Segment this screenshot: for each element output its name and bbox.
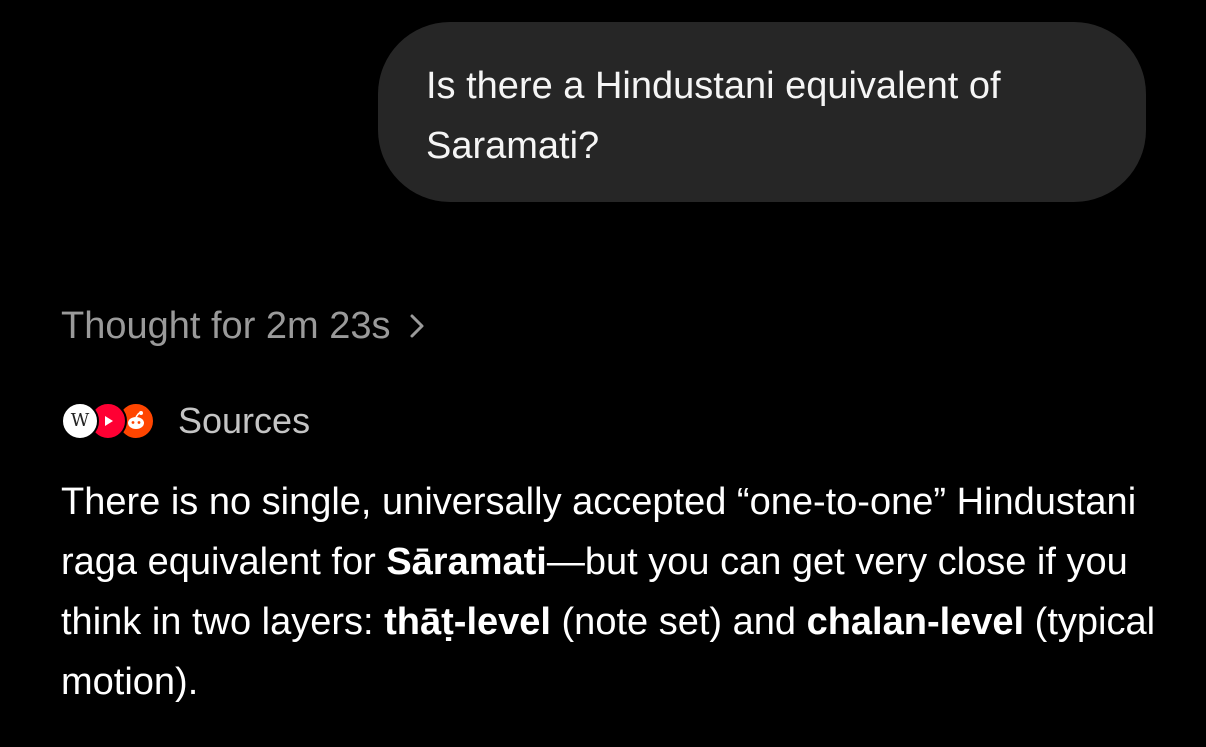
wikipedia-glyph: W xyxy=(70,410,90,431)
answer-bold-chalan-level: chalan-level xyxy=(806,601,1025,643)
sources-label: Sources xyxy=(178,400,311,441)
answer-bold-that-level: thāṭ-level xyxy=(384,601,551,643)
source-favicons: W xyxy=(61,400,155,442)
wikipedia-icon: W xyxy=(61,402,99,440)
sources-button[interactable]: W Sources xyxy=(61,398,310,444)
chevron-right-icon xyxy=(409,313,425,339)
answer-bold-saramati: Sāramati xyxy=(386,541,547,583)
thought-toggle[interactable]: Thought for 2m 23s xyxy=(61,300,425,352)
user-message-text: Is there a Hindustani equivalent of Sara… xyxy=(426,65,1001,167)
thought-label: Thought for 2m 23s xyxy=(61,304,391,347)
assistant-answer: There is no single, universally accepted… xyxy=(61,472,1161,712)
answer-text-3: (note set) and xyxy=(550,601,807,643)
user-message-bubble: Is there a Hindustani equivalent of Sara… xyxy=(378,22,1146,202)
